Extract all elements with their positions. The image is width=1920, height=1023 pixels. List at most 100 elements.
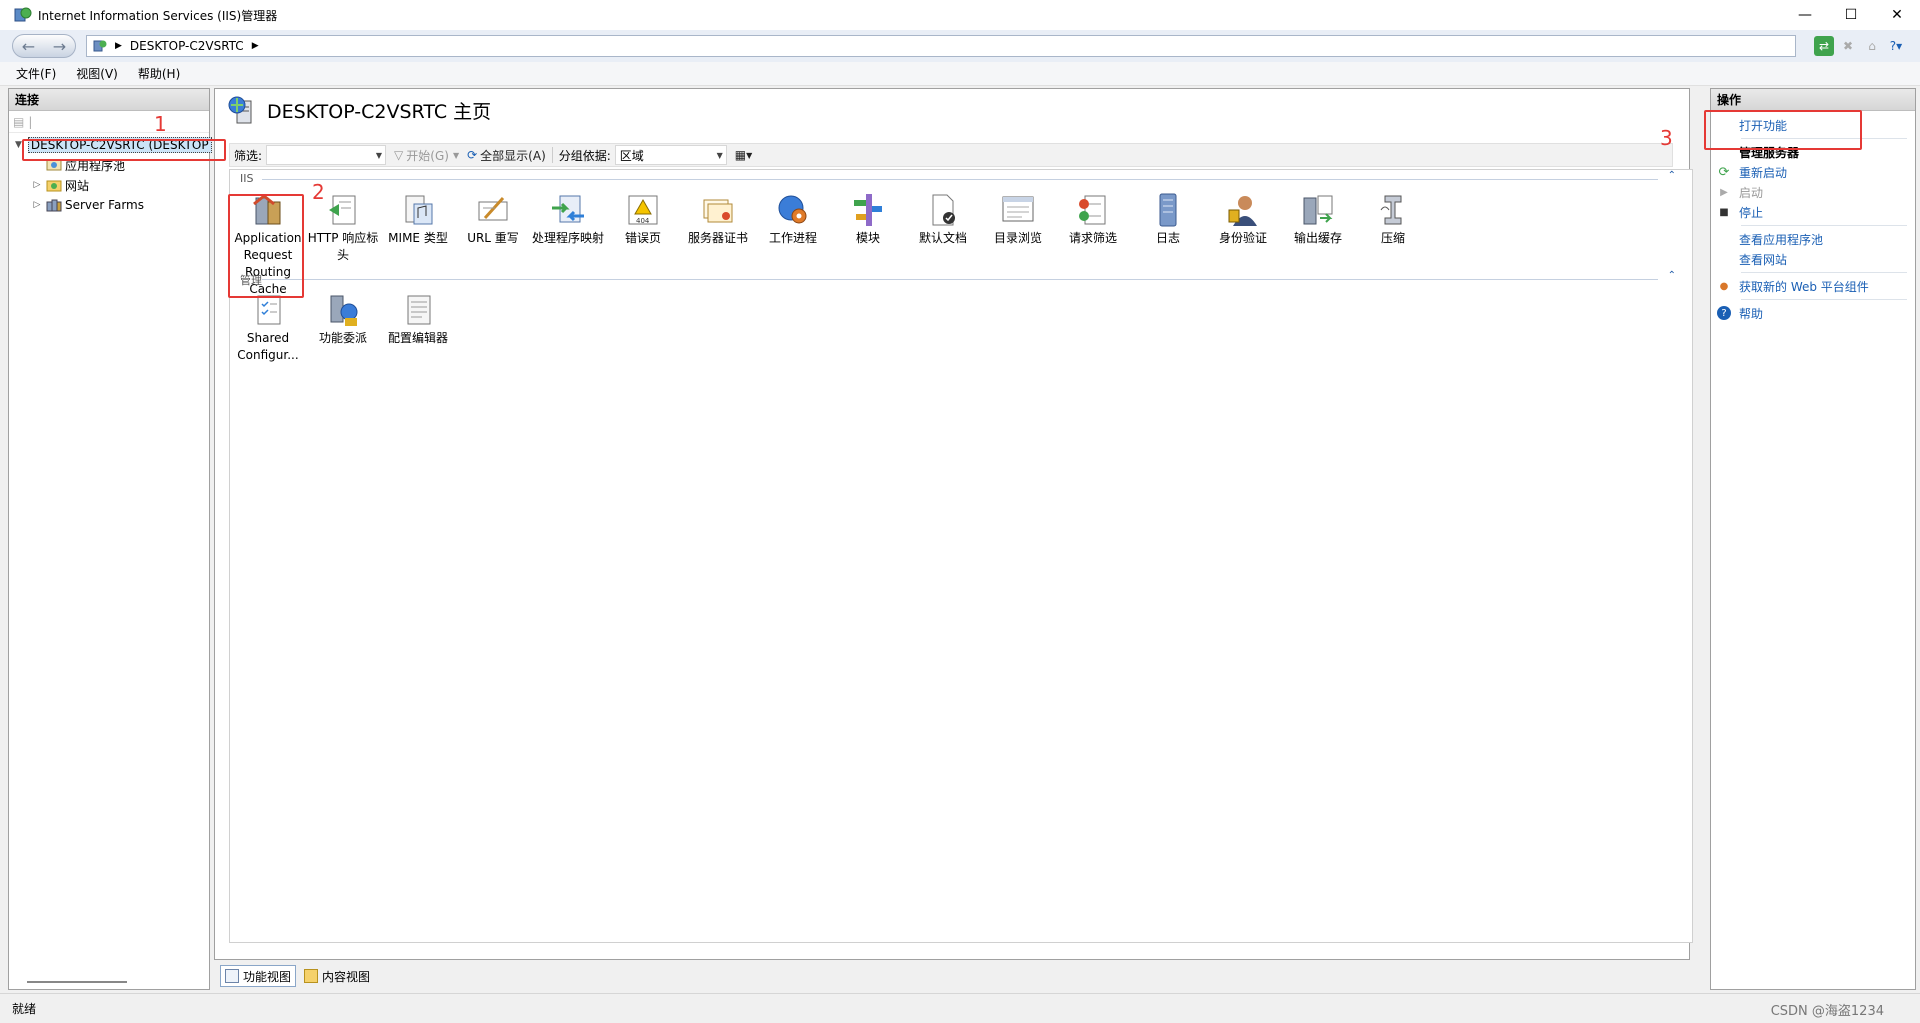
feature-compression[interactable]: 压缩: [1356, 192, 1430, 247]
window-controls: — ☐ ✕: [1782, 0, 1920, 30]
show-all-button[interactable]: ⟳ 全部显示(A): [467, 147, 546, 164]
refresh-icon[interactable]: ⇄: [1814, 36, 1834, 56]
maximize-button[interactable]: ☐: [1828, 0, 1874, 30]
dropdown-arrow-icon: ▼: [375, 150, 383, 160]
breadcrumb-chevron-icon[interactable]: ▶: [252, 41, 259, 51]
output-caching-icon: [1303, 195, 1333, 225]
directory-browsing-icon: [1002, 196, 1034, 222]
page-title: DESKTOP-C2VSRTC 主页: [267, 100, 492, 123]
close-button[interactable]: ✕: [1874, 0, 1920, 30]
action-view-sites[interactable]: 查看网站: [1711, 249, 1915, 269]
back-arrow-icon[interactable]: ←: [22, 37, 35, 56]
group-iis: IIS ⌃: [240, 170, 1676, 188]
error-pages-icon: 404: [628, 195, 658, 225]
feature-delegation[interactable]: 功能委派: [306, 292, 380, 347]
compression-icon: [1380, 195, 1402, 225]
minimize-button[interactable]: —: [1782, 0, 1828, 30]
feature-directory-browsing[interactable]: 目录浏览: [981, 192, 1055, 247]
group-management: 管理 ⌃: [240, 270, 1676, 288]
home-icon[interactable]: ⌂: [1862, 36, 1882, 56]
features-view-icon: [225, 969, 239, 983]
feature-authentication[interactable]: 身份验证: [1206, 192, 1280, 247]
annotation-box-2: [228, 194, 304, 298]
handler-mappings-icon: [552, 195, 584, 223]
annotation-box-1: [22, 139, 226, 161]
default-document-icon: [932, 194, 955, 226]
actions-title: 操作: [1711, 89, 1915, 111]
window-title: Internet Information Services (IIS)管理器: [38, 8, 278, 23]
collapse-chevron-icon[interactable]: ▼: [15, 140, 22, 150]
nav-toolbar: ⇄ ✖ ⌂ ?▾: [1814, 36, 1906, 56]
feature-default-document[interactable]: 默认文档: [906, 192, 980, 247]
feature-shared-configuration[interactable]: Shared Configur...: [231, 292, 305, 364]
feature-handler-mappings[interactable]: 处理程序映射: [531, 192, 605, 247]
tab-features-view[interactable]: 功能视图: [220, 965, 297, 987]
navigation-bar: ← → ▶ DESKTOP-C2VSRTC ▶ ⇄ ✖ ⌂ ?▾: [0, 30, 1920, 62]
tree-server-farms-label: Server Farms: [65, 198, 144, 212]
authentication-icon: [1228, 196, 1257, 226]
status-text: 就绪: [12, 1002, 37, 1016]
collapse-group-icon[interactable]: ⌃: [1668, 270, 1676, 281]
action-restart[interactable]: ⟳ 重新启动: [1711, 162, 1915, 182]
help-dropdown-icon[interactable]: ?▾: [1886, 36, 1906, 56]
feature-error-pages[interactable]: 404 错误页: [606, 192, 680, 247]
watermark: CSDN @海盗1234: [1770, 1004, 1884, 1019]
collapse-group-icon[interactable]: ⌃: [1668, 170, 1676, 181]
svg-text:404: 404: [636, 217, 650, 225]
annotation-box-3: [1704, 110, 1862, 150]
web-platform-icon: ●: [1719, 280, 1729, 292]
tree-node-server-farms[interactable]: ▷ Server Farms: [9, 195, 209, 215]
view-mode-button[interactable]: ▦ ▼: [735, 148, 753, 162]
stop-icon: ■: [1719, 206, 1729, 218]
funnel-icon: ▽: [394, 148, 404, 162]
menu-help[interactable]: 帮助(H): [138, 65, 180, 82]
tree-node-sites[interactable]: ▷ 网站: [9, 175, 209, 195]
horizontal-scrollbar[interactable]: [27, 981, 127, 983]
stop-load-icon[interactable]: ✖: [1838, 36, 1858, 56]
iis-manager-window: Internet Information Services (IIS)管理器 —…: [0, 0, 1920, 1023]
action-help[interactable]: ? 帮助: [1711, 303, 1915, 323]
menu-view[interactable]: 视图(V): [76, 65, 118, 82]
group-iis-label: IIS: [240, 172, 254, 185]
breadcrumb-chevron-icon: ▶: [115, 41, 122, 51]
feature-server-certificates[interactable]: 服务器证书: [681, 192, 755, 247]
nav-buttons: ← →: [12, 34, 76, 58]
feature-worker-processes[interactable]: 工作进程: [756, 192, 830, 247]
main-panel: DESKTOP-C2VSRTC 主页 筛选: ▼ ▽ 开始(G) ▼ ⟳ 全部显…: [214, 88, 1693, 960]
feature-delegation-icon: [330, 295, 358, 326]
tab-content-view[interactable]: 内容视图: [300, 965, 374, 987]
group-by-label: 分组依据:: [558, 148, 611, 163]
feature-request-filtering[interactable]: 请求筛选: [1056, 192, 1130, 247]
group-by-select[interactable]: 区域 ▼: [614, 145, 727, 165]
mime-types-icon: [405, 195, 433, 225]
worker-processes-icon: [778, 195, 807, 224]
logging-icon: [1159, 193, 1177, 227]
feature-output-caching[interactable]: 输出缓存: [1281, 192, 1355, 247]
expand-chevron-icon[interactable]: ▷: [31, 200, 43, 210]
connect-icon[interactable]: ▤: [13, 115, 24, 129]
feature-modules[interactable]: 模块: [831, 192, 905, 247]
action-stop[interactable]: ■ 停止: [1711, 202, 1915, 222]
annotation-number-3: 3: [1660, 126, 1673, 150]
restart-icon: ⟳: [1718, 164, 1730, 180]
filter-input[interactable]: ▼: [266, 145, 387, 165]
feature-config-editor[interactable]: 配置编辑器: [381, 292, 455, 347]
menu-file[interactable]: 文件(F): [16, 65, 56, 82]
request-filtering-icon: [1079, 195, 1106, 225]
address-bar[interactable]: ▶ DESKTOP-C2VSRTC ▶: [86, 35, 1796, 57]
start-filter-button[interactable]: ▽ 开始(G) ▼: [394, 147, 459, 164]
iis-app-icon: [14, 7, 32, 22]
feature-url-rewrite[interactable]: URL 重写: [456, 192, 530, 247]
actions-panel: 操作 打开功能 管理服务器 ⟳ 重新启动 ▶ 启动 ■ 停止 查看应用程序池 查…: [1710, 88, 1916, 990]
view-grid-icon: ▦: [734, 148, 747, 162]
feature-mime-types[interactable]: MIME 类型: [381, 192, 455, 247]
action-view-app-pools[interactable]: 查看应用程序池: [1711, 229, 1915, 249]
feature-logging[interactable]: 日志: [1131, 192, 1205, 247]
annotation-number-1: 1: [154, 112, 167, 136]
action-get-web-platform[interactable]: ● 获取新的 Web 平台组件: [1711, 276, 1915, 296]
filter-bar: 筛选: ▼ ▽ 开始(G) ▼ ⟳ 全部显示(A) 分组依据: 区域 ▼ ▦ ▼: [229, 143, 1673, 167]
show-all-icon: ⟳: [467, 148, 478, 162]
breadcrumb-server[interactable]: DESKTOP-C2VSRTC: [130, 39, 244, 53]
expand-chevron-icon[interactable]: ▷: [31, 180, 43, 190]
forward-arrow-icon[interactable]: →: [53, 37, 66, 56]
